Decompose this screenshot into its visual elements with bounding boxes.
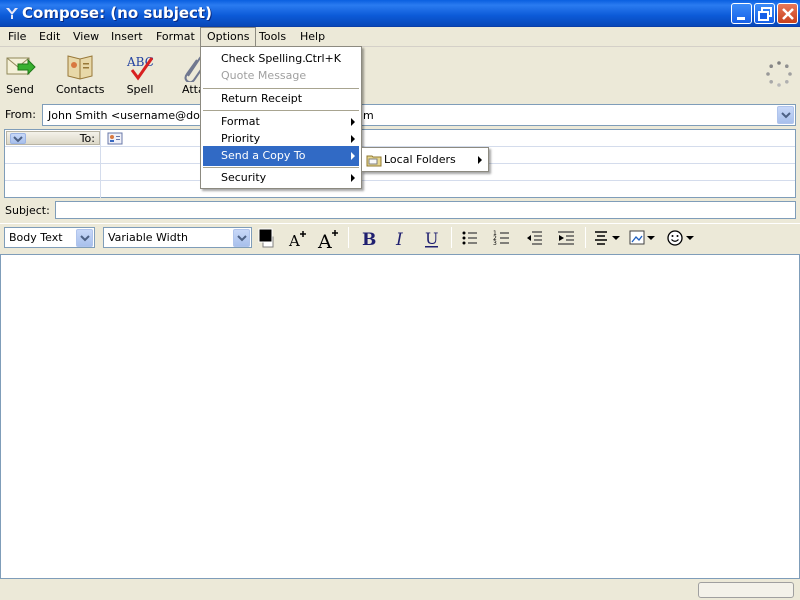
options-menu: Check Spelling... Ctrl+K Quote Message R… bbox=[200, 46, 362, 189]
menu-item-send-a-copy-to[interactable]: Send a Copy To bbox=[203, 146, 359, 166]
recipient-type-label: To: bbox=[79, 132, 95, 145]
svg-text:U: U bbox=[425, 229, 438, 248]
subject-input[interactable] bbox=[55, 201, 796, 219]
svg-text:A: A bbox=[288, 232, 300, 250]
insert-image-icon[interactable] bbox=[627, 226, 659, 250]
from-row: From: John Smith <username@domai m bbox=[0, 103, 800, 127]
format-toolbar: Body Text Variable Width A A B I U 123 bbox=[0, 223, 800, 251]
main-toolbar: Send Contacts ABC Spell Atta bbox=[0, 48, 800, 100]
svg-text:A: A bbox=[317, 231, 332, 250]
activity-throbber-icon bbox=[766, 61, 792, 87]
maximize-button[interactable] bbox=[754, 3, 775, 24]
close-icon bbox=[782, 8, 794, 20]
svg-text:B: B bbox=[362, 230, 376, 250]
bold-icon[interactable]: B bbox=[356, 226, 380, 250]
from-select[interactable]: John Smith <username@domai m bbox=[42, 104, 796, 126]
message-body-editor[interactable] bbox=[0, 254, 800, 579]
from-label: From: bbox=[5, 108, 36, 121]
menu-file[interactable]: File bbox=[2, 27, 32, 47]
recipient-type-select[interactable]: To: bbox=[6, 131, 100, 145]
minimize-button[interactable] bbox=[731, 3, 752, 24]
svg-text:3: 3 bbox=[493, 240, 497, 247]
menu-view[interactable]: View bbox=[67, 27, 105, 47]
numbered-list-icon[interactable]: 123 bbox=[490, 226, 514, 250]
menu-item-label: Return Receipt bbox=[221, 92, 303, 105]
menu-format[interactable]: Format bbox=[150, 27, 201, 47]
submenu-arrow-icon bbox=[351, 118, 355, 126]
paragraph-style-dropdown[interactable] bbox=[76, 229, 93, 247]
restore-icon bbox=[758, 7, 772, 21]
spell-button[interactable]: ABC Spell bbox=[122, 50, 158, 98]
from-value: John Smith <username@domai bbox=[48, 109, 221, 122]
menu-separator bbox=[203, 110, 359, 111]
menu-item-label: Send a Copy To bbox=[221, 149, 306, 162]
subject-label: Subject: bbox=[5, 204, 50, 217]
outdent-icon[interactable] bbox=[522, 226, 546, 250]
smiley-icon[interactable] bbox=[664, 226, 696, 250]
menu-item-label: Check Spelling... bbox=[221, 52, 313, 65]
submenu-arrow-icon bbox=[351, 135, 355, 143]
menu-item-label: Quote Message bbox=[221, 69, 307, 82]
align-icon[interactable] bbox=[592, 226, 622, 250]
close-button[interactable] bbox=[777, 3, 798, 24]
address-card-icon bbox=[107, 132, 123, 145]
menu-item-local-folders[interactable]: Local Folders bbox=[364, 150, 486, 170]
menu-options[interactable]: Options bbox=[200, 27, 257, 47]
italic-icon[interactable]: I bbox=[388, 226, 412, 250]
menu-tools[interactable]: Tools bbox=[253, 27, 292, 47]
paragraph-style-select[interactable]: Body Text bbox=[4, 227, 95, 248]
font-value: Variable Width bbox=[108, 231, 188, 244]
submenu-arrow-icon bbox=[351, 152, 355, 160]
title-bar: Compose: (no subject) bbox=[0, 0, 800, 27]
text-color-icon[interactable] bbox=[256, 226, 280, 250]
menu-item-return-receipt[interactable]: Return Receipt bbox=[203, 89, 359, 109]
menu-item-label: Local Folders bbox=[384, 153, 456, 166]
window-title: Compose: (no subject) bbox=[22, 4, 212, 22]
recipient-row[interactable]: To: bbox=[5, 130, 795, 147]
chevron-down-icon bbox=[13, 136, 23, 143]
bulleted-list-icon[interactable] bbox=[458, 226, 482, 250]
svg-text:I: I bbox=[395, 230, 403, 250]
chevron-down-icon bbox=[80, 235, 90, 242]
chevron-down-icon bbox=[237, 235, 247, 242]
menu-item-label: Priority bbox=[221, 132, 261, 145]
menu-bar: File Edit View Insert Format Options Too… bbox=[0, 27, 800, 47]
status-progress-panel bbox=[698, 582, 794, 598]
font-select[interactable]: Variable Width bbox=[103, 227, 252, 248]
menu-item-label: Security bbox=[221, 171, 267, 184]
menu-insert[interactable]: Insert bbox=[105, 27, 149, 47]
subject-row: Subject: bbox=[0, 200, 800, 222]
increase-font-size-icon[interactable]: A bbox=[316, 226, 340, 250]
minimize-icon bbox=[737, 17, 745, 20]
recipient-row[interactable] bbox=[5, 181, 795, 198]
submenu-arrow-icon bbox=[351, 174, 355, 182]
from-value-tail: m bbox=[363, 109, 374, 122]
menu-item-security[interactable]: Security bbox=[203, 168, 359, 188]
recipient-type-dropdown[interactable] bbox=[10, 133, 26, 144]
send-copy-submenu: Local Folders bbox=[361, 147, 489, 172]
spell-check-icon: ABC bbox=[126, 55, 154, 81]
contacts-button[interactable]: Contacts bbox=[56, 50, 105, 98]
send-button[interactable]: Send bbox=[2, 50, 38, 98]
contacts-label: Contacts bbox=[56, 83, 105, 96]
menu-item-label: Format bbox=[221, 115, 260, 128]
app-icon bbox=[6, 8, 18, 19]
underline-icon[interactable]: U bbox=[420, 226, 444, 250]
send-icon bbox=[6, 57, 36, 76]
spell-label: Spell bbox=[126, 83, 154, 96]
submenu-arrow-icon bbox=[478, 156, 482, 164]
menu-help[interactable]: Help bbox=[294, 27, 331, 47]
font-dropdown[interactable] bbox=[233, 229, 250, 247]
contacts-icon bbox=[67, 55, 93, 80]
paragraph-style-value: Body Text bbox=[9, 231, 63, 244]
folder-icon bbox=[366, 155, 382, 167]
indent-icon[interactable] bbox=[554, 226, 578, 250]
status-bar bbox=[0, 580, 800, 600]
chevron-down-icon bbox=[781, 112, 791, 119]
send-label: Send bbox=[6, 83, 34, 96]
decrease-font-size-icon[interactable]: A bbox=[285, 226, 309, 250]
from-dropdown-button[interactable] bbox=[777, 106, 794, 124]
menu-item-quote-message: Quote Message bbox=[203, 66, 359, 86]
menu-edit[interactable]: Edit bbox=[33, 27, 66, 47]
